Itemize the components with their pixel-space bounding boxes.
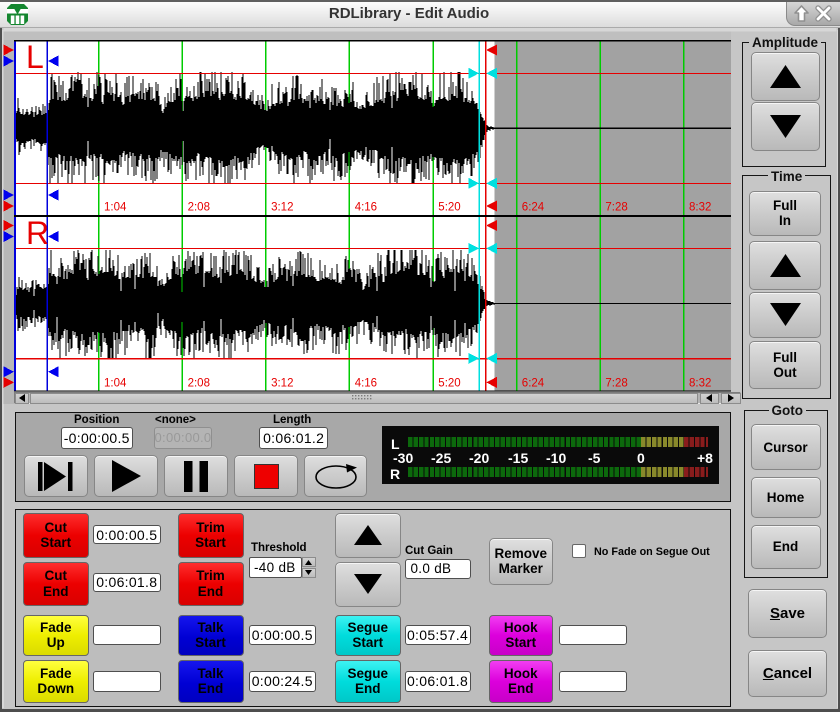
svg-text:4:16: 4:16 — [355, 378, 377, 390]
svg-text:L: L — [26, 39, 44, 75]
svg-text:1:04: 1:04 — [104, 202, 127, 214]
svg-text:6:24: 6:24 — [522, 202, 545, 214]
svg-text:7:28: 7:28 — [605, 378, 627, 390]
svg-text:3:12: 3:12 — [271, 378, 293, 390]
svg-text:8:32: 8:32 — [689, 378, 711, 390]
svg-text:5:20: 5:20 — [438, 202, 460, 214]
svg-text:5:20: 5:20 — [438, 378, 460, 390]
svg-text:4:16: 4:16 — [355, 202, 377, 214]
svg-text:1:04: 1:04 — [104, 378, 127, 390]
svg-text:6:24: 6:24 — [522, 378, 545, 390]
svg-text:R: R — [26, 215, 49, 251]
svg-text:8:32: 8:32 — [689, 202, 711, 214]
svg-text:2:08: 2:08 — [188, 378, 210, 390]
svg-text:7:28: 7:28 — [605, 202, 627, 214]
svg-text:3:12: 3:12 — [271, 202, 293, 214]
svg-text:2:08: 2:08 — [188, 202, 210, 214]
